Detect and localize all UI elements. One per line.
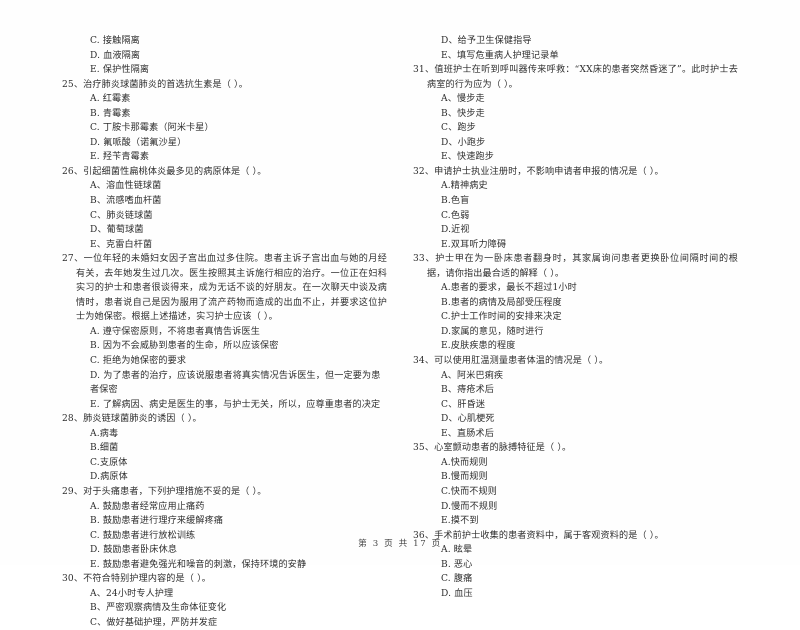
question-option: B、流感嗜血杆菌 [90, 196, 162, 207]
question-stem: 31、值班护士在听到呼叫器传来呼救：“XX床的患者突然昏迷了”。此时护士去病室的… [413, 65, 738, 90]
option-line: E. 保护性隔离 [90, 65, 150, 76]
exam-paper-page: C. 接触隔离 D. 血液隔离 E. 保护性隔离 25、治疗肺炎球菌肺炎的首选抗生素是… [0, 0, 800, 628]
question-option: A、阿米巴痢疾 [441, 370, 504, 381]
question-option: D. 血压 [441, 588, 473, 599]
question-stem: 26、引起细菌性扁桃体炎最多见的病原体是（ ）。 [62, 166, 267, 177]
question-option: D、心肌梗死 [441, 414, 495, 425]
question-option: C.支原体 [90, 457, 128, 468]
question-stem: 29、对于头痛患者，下列护理措施不妥的是（ ）。 [62, 486, 267, 497]
question-stem: 30、不符合特别护理内容的是（ ）。 [62, 574, 212, 585]
question-block: 32、申请护士执业注册时，不影响申请者申报的情况是（ ）。 A.精神病史 B.色盲 C… [413, 165, 738, 252]
option-line: E、填写危重病人护理记录单 [441, 50, 559, 61]
question-option: C.快而不规则 [441, 486, 498, 497]
page-footer: 第 3 页 共 17 页 [358, 539, 442, 549]
question-option: A、溶血性链球菌 [90, 181, 162, 192]
question-block: 25、治疗肺炎球菌肺炎的首选抗生素是（ ）。 A. 红霉素 B. 青霉素 C. 丁胺卡… [62, 78, 387, 165]
left-column: C. 接触隔离 D. 血液隔离 E. 保护性隔离 25、治疗肺炎球菌肺炎的首选抗生素是… [62, 34, 387, 628]
question-option: E. 了解病因、病史是医生的事，与护士无关，所以，应尊重患者的决定 [90, 399, 381, 410]
question-stem: 33、护士甲在为一卧床患者翻身时，其家属询问患者更换卧位间隔时间的根据，请你指出… [413, 254, 738, 279]
question-option: E、克雷白杆菌 [90, 239, 153, 250]
question-option: A.精神病史 [441, 181, 488, 192]
question-option: C、肺炎链球菌 [90, 210, 153, 221]
question-option: A. 鼓励患者经常应用止痛药 [90, 501, 205, 512]
question-option: B.患者的病情及局部受压程度 [441, 297, 562, 308]
question-stem: 35、心室颤动患者的脉搏特征是（ ）。 [413, 443, 572, 454]
question-block: 28、肺炎链球菌肺炎的诱因（ ）。 A.病毒 B.细菌 C.支原体 D.病原体 [62, 412, 387, 485]
question-block: 26、引起细菌性扁桃体炎最多见的病原体是（ ）。 A、溶血性链球菌 B、流感嗜血杆菌… [62, 165, 387, 252]
option-line: D、给予卫生保健指导 [441, 36, 532, 46]
question-block: 29、对于头痛患者，下列护理措施不妥的是（ ）。 A. 鼓励患者经常应用止痛药 B.… [62, 485, 387, 572]
question-stem: 27、一位年轻的未婚妇女因子宫出血过多住院。患者主诉子宫出血与她的月经有关，去年… [62, 254, 387, 323]
question-option: E. 羟苄青霉素 [90, 152, 150, 163]
question-option: A.快而规则 [441, 457, 488, 468]
two-column-body: C. 接触隔离 D. 血液隔离 E. 保护性隔离 25、治疗肺炎球菌肺炎的首选抗生素是… [62, 34, 738, 628]
question-option: C. 腹痛 [441, 574, 473, 585]
question-option: A.病毒 [90, 428, 119, 439]
question-option: E、快速跑步 [441, 152, 495, 163]
question-option: D.病原体 [90, 472, 128, 483]
question-block: 33、护士甲在为一卧床患者翻身时，其家属询问患者更换卧位间隔时间的根据，请你指出… [413, 252, 738, 354]
question-option: A、24小时专人护理 [90, 588, 174, 599]
question-option: A、慢步走 [441, 94, 485, 105]
question-option: C.护士工作时间的安排来决定 [441, 312, 562, 323]
question-option: B.色盲 [441, 196, 470, 207]
question-option: B. 因为不会威胁到患者的生命，所以应该保密 [90, 341, 279, 352]
question-option: D. 氟哌酸（诺氟沙星） [90, 137, 187, 148]
question-option: B.慢而规则 [441, 472, 488, 483]
question-stem: 25、治疗肺炎球菌肺炎的首选抗生素是（ ）。 [62, 79, 248, 90]
question-option: C、跑步 [441, 123, 476, 134]
question-option: B. 青霉素 [90, 108, 131, 119]
question-option: E、直肠术后 [441, 428, 495, 439]
question-option: D.慢而不规则 [441, 501, 498, 512]
question-block: 34、可以使用肛温测量患者体温的情况是（ ）。 A、阿米巴痢疾 B、痔疮术后 C、肝昏… [413, 354, 738, 441]
question-option: A.患者的要求，最长不超过1小时 [441, 283, 577, 294]
question-option: D、葡萄球菌 [90, 225, 144, 236]
question-option: C. 丁胺卡那霉素（阿米卡星） [90, 123, 214, 134]
question-option: B、痔疮术后 [441, 385, 495, 396]
question-option: B.细菌 [90, 443, 119, 454]
question-stem: 34、可以使用肛温测量患者体温的情况是（ ）。 [413, 356, 609, 367]
question-option: C、肝昏迷 [441, 399, 486, 410]
question-option: E.摸不到 [441, 516, 479, 527]
right-column: D、给予卫生保健指导 E、填写危重病人护理记录单 31、值班护士在听到呼叫器传来呼救… [413, 34, 738, 599]
question-option: A. 红霉素 [90, 94, 131, 105]
option-line: C. 接触隔离 [90, 36, 140, 46]
question-option: B、严密观察病情及生命体征变化 [90, 603, 227, 614]
question-option: E.皮肤疾患的程度 [441, 341, 516, 352]
question-option: A. 遵守保密原则，不将患者真情告诉医生 [90, 326, 260, 337]
question-block: 35、心室颤动患者的脉搏特征是（ ）。 A.快而规则 B.慢而规则 C.快而不规则 D.… [413, 441, 738, 528]
question-option: C、做好基础护理，严防并发症 [90, 617, 218, 628]
question-option: D. 为了患者的治疗，应该说服患者将真实情况告诉医生，但一定要为患者保密 [90, 370, 381, 396]
question-block: 31、值班护士在听到呼叫器传来呼救：“XX床的患者突然昏迷了”。此时护士去病室的… [413, 63, 738, 165]
question-stem: 32、申请护士执业注册时，不影响申请者申报的情况是（ ）。 [413, 166, 664, 177]
question-stem: 28、肺炎链球菌肺炎的诱因（ ）。 [62, 414, 202, 425]
question-option: B. 鼓励患者进行理疗来缓解疼痛 [90, 516, 224, 527]
question-option: D.近视 [441, 225, 470, 236]
question-option: C.色弱 [441, 210, 470, 221]
option-line: D. 血液隔离 [90, 50, 141, 61]
question-option: D、小跑步 [441, 137, 486, 148]
question-option: B、快步走 [441, 108, 485, 119]
question-option: E.双耳听力障碍 [441, 239, 507, 250]
question-option: D.家属的意见，随时进行 [441, 326, 544, 337]
question-option: C. 拒绝为她保密的要求 [90, 356, 187, 367]
question-block: 27、一位年轻的未婚妇女因子宫出血过多住院。患者主诉子宫出血与她的月经有关，去年… [62, 252, 387, 412]
question-block: 30、不符合特别护理内容的是（ ）。 A、24小时专人护理 B、严密观察病情及生命体… [62, 572, 387, 630]
